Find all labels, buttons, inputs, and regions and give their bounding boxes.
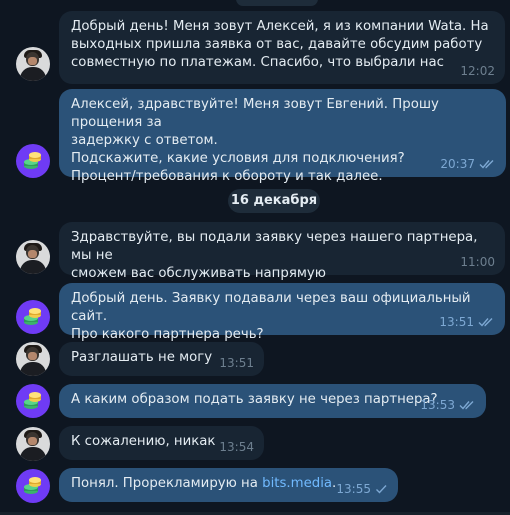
message-bubble[interactable]: А каким образом подать заявку не через п… — [59, 384, 486, 418]
company-avatar[interactable] — [16, 300, 50, 334]
double-check-icon — [479, 159, 496, 169]
message-bubble[interactable]: Понял. Прорекламирую на bits.media. 13:5… — [59, 468, 398, 502]
user-avatar[interactable] — [16, 240, 50, 274]
message-bubble[interactable]: Добрый день. Заявку подавали через ваш о… — [59, 283, 505, 342]
company-avatar[interactable] — [16, 469, 50, 503]
message-time: 13:51 — [439, 315, 474, 329]
coin-stack-icon — [24, 392, 41, 409]
message-text: Добрый день. Заявку подавали через ваш о… — [71, 291, 471, 342]
message-text-prefix: Понял. Прорекламирую на — [71, 476, 263, 491]
message-meta: 13:53 — [420, 398, 476, 412]
message-meta: 12:02 — [460, 64, 495, 78]
message-text: Здравствуйте, вы подали заявку через наш… — [71, 230, 478, 281]
message-bubble[interactable]: К сожалению, никак 13:54 — [59, 426, 264, 460]
user-avatar[interactable] — [16, 47, 50, 81]
message-text: Алексей, здравствуйте! Меня зовут Евгени… — [71, 97, 439, 184]
message-link[interactable]: bits.media — [262, 476, 332, 491]
single-check-icon — [375, 484, 388, 494]
date-separator: 16 декабря — [228, 189, 320, 213]
user-avatar[interactable] — [16, 342, 50, 376]
message-time: 13:53 — [420, 398, 455, 412]
coin-stack-icon — [24, 308, 41, 325]
coin-stack-icon — [24, 152, 41, 169]
double-check-icon — [459, 400, 476, 410]
message-meta: 20:37 — [440, 157, 496, 171]
date-pill-top — [236, 0, 318, 6]
coin-stack-icon — [24, 477, 41, 494]
message-time: 13:51 — [219, 356, 254, 370]
user-avatar[interactable] — [16, 427, 50, 461]
message-bubble[interactable]: Добрый день! Меня зовут Алексей, я из ко… — [59, 11, 505, 84]
message-bubble[interactable]: Здравствуйте, вы подали заявку через наш… — [59, 222, 505, 281]
message-time: 13:55 — [336, 482, 371, 496]
company-avatar[interactable] — [16, 384, 50, 418]
message-time: 12:02 — [460, 64, 495, 78]
double-check-icon — [478, 317, 495, 327]
message-meta: 11:00 — [460, 255, 495, 269]
message-meta: 13:51 — [219, 356, 254, 370]
message-time: 20:37 — [440, 157, 475, 171]
message-bubble[interactable]: Алексей, здравствуйте! Меня зовут Евгени… — [59, 89, 506, 184]
message-text: А каким образом подать заявку не через п… — [71, 392, 438, 407]
company-avatar[interactable] — [16, 144, 50, 178]
message-time: 11:00 — [460, 255, 495, 269]
message-text: Добрый день! Меня зовут Алексей, я из ко… — [71, 19, 489, 70]
message-bubble[interactable]: Разглашать не могу 13:51 — [59, 342, 264, 376]
message-time: 13:54 — [219, 440, 254, 454]
message-meta: 13:55 — [336, 482, 388, 496]
message-meta: 13:54 — [219, 440, 254, 454]
message-meta: 13:51 — [439, 315, 495, 329]
